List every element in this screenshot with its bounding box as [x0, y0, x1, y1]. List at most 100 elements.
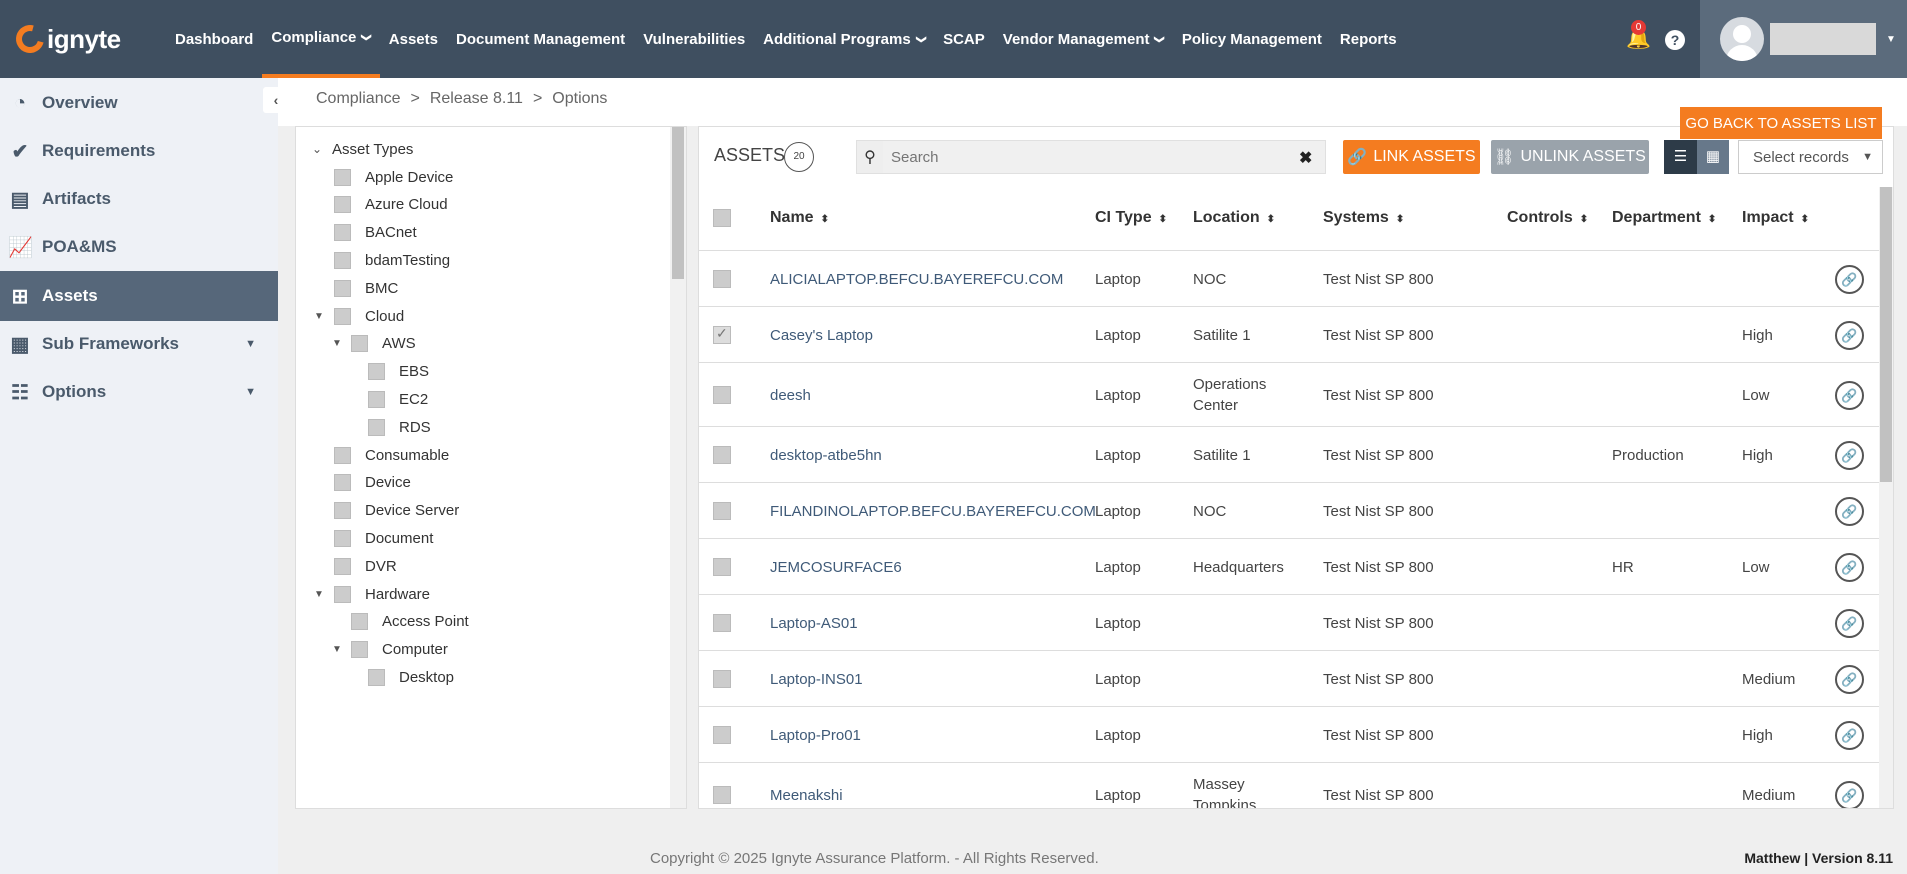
row-checkbox[interactable]	[713, 786, 731, 804]
cell-name[interactable]: deesh	[770, 385, 811, 406]
tree-node-checkbox[interactable]	[334, 529, 351, 547]
cell-name[interactable]: Laptop-Pro01	[770, 725, 861, 746]
tree-node-checkbox[interactable]	[334, 307, 351, 325]
list-view-button[interactable]: ☰	[1664, 140, 1697, 174]
table-row[interactable]: Casey's Laptop Laptop Satilite 1 Test Nist …	[699, 307, 1879, 363]
tree-node[interactable]: Apple Device	[334, 166, 453, 188]
table-row[interactable]: desktop-atbe5hn Laptop Satilite 1 Test Nist…	[699, 427, 1879, 483]
tree-node-checkbox[interactable]	[334, 251, 351, 269]
tree-node-checkbox[interactable]	[334, 279, 351, 297]
expand-toggle-icon[interactable]: ▼	[332, 333, 344, 355]
clear-search-icon[interactable]: ✖	[1299, 148, 1312, 168]
tree-node[interactable]: Device Server	[334, 500, 459, 522]
row-checkbox[interactable]	[713, 558, 731, 576]
sidebar-item-artifacts[interactable]: ▤ Artifacts	[0, 174, 278, 224]
sidebar-item-requirements[interactable]: ✔ Requirements	[0, 126, 278, 176]
column-header-name[interactable]: Name ⬍	[770, 209, 829, 227]
table-row[interactable]: Laptop-Pro01 Laptop Test Nist SP 800 High 🔗	[699, 707, 1879, 763]
tree-node[interactable]: Azure Cloud	[334, 194, 448, 216]
tree-node-checkbox[interactable]	[334, 474, 351, 492]
tree-node-checkbox[interactable]	[368, 418, 385, 436]
row-checkbox[interactable]	[713, 670, 731, 688]
link-row-icon[interactable]: 🔗	[1835, 665, 1864, 694]
row-checkbox[interactable]	[713, 726, 731, 744]
tree-node[interactable]: bdamTesting	[334, 249, 450, 271]
breadcrumb-item[interactable]: Release 8.11	[430, 90, 523, 108]
tree-root[interactable]: ⌄ Asset Types	[312, 138, 413, 160]
column-header-impact[interactable]: Impact ⬍	[1742, 209, 1809, 227]
select-records-dropdown[interactable]: Select records ▼	[1738, 140, 1883, 174]
nav-vendor-management[interactable]: Vendor Management ❯	[994, 0, 1173, 78]
tree-node-checkbox[interactable]	[368, 668, 385, 686]
go-back-to-assets-button[interactable]: GO BACK TO ASSETS LIST	[1680, 107, 1882, 139]
link-row-icon[interactable]: 🔗	[1835, 321, 1864, 350]
row-checkbox[interactable]	[713, 446, 731, 464]
row-checkbox[interactable]	[713, 325, 731, 344]
nav-document-management[interactable]: Document Management	[447, 0, 634, 78]
brand-logo[interactable]: ignyte	[10, 0, 166, 78]
breadcrumb-item[interactable]: Compliance	[316, 90, 400, 108]
tree-node[interactable]: Access Point	[351, 611, 469, 633]
tree-node[interactable]: AWS	[351, 333, 416, 355]
unlink-assets-button[interactable]: ⛓ UNLINK ASSETS	[1491, 140, 1649, 174]
tree-node-checkbox[interactable]	[368, 390, 385, 408]
tree-node[interactable]: Cloud	[334, 305, 404, 327]
column-header-location[interactable]: Location ⬍	[1193, 209, 1275, 227]
nav-dashboard[interactable]: Dashboard	[166, 0, 262, 78]
tree-node-checkbox[interactable]	[368, 363, 385, 381]
link-row-icon[interactable]: 🔗	[1835, 381, 1864, 410]
grid-view-button[interactable]: ▦	[1697, 140, 1729, 174]
tree-node[interactable]: Desktop	[368, 666, 454, 688]
link-assets-button[interactable]: 🔗 LINK ASSETS	[1343, 140, 1480, 174]
sidebar-item-options[interactable]: ☷ Options ▼	[0, 367, 278, 417]
column-header-ci-type[interactable]: CI Type ⬍	[1095, 209, 1167, 227]
cell-name[interactable]: Laptop-INS01	[770, 669, 863, 690]
row-checkbox[interactable]	[713, 270, 731, 288]
search-input[interactable]	[883, 141, 1325, 173]
link-row-icon[interactable]: 🔗	[1835, 609, 1864, 638]
tree-node-checkbox[interactable]	[334, 168, 351, 186]
breadcrumb-item[interactable]: Options	[552, 90, 607, 108]
nav-vulnerabilities[interactable]: Vulnerabilities	[634, 0, 754, 78]
tree-node[interactable]: Hardware	[334, 583, 430, 605]
table-row[interactable]: FILANDINOLAPTOP.BEFCU.BAYEREFCU.COM Lapto…	[699, 483, 1879, 539]
tree-node[interactable]: BMC	[334, 277, 398, 299]
tree-scrollbar-thumb[interactable]	[672, 127, 684, 279]
tree-node-checkbox[interactable]	[334, 557, 351, 575]
column-header-controls[interactable]: Controls ⬍	[1507, 209, 1588, 227]
nav-policy-management[interactable]: Policy Management	[1173, 0, 1331, 78]
collapse-sidebar-button[interactable]: ‹	[263, 87, 289, 113]
link-row-icon[interactable]: 🔗	[1835, 441, 1864, 470]
link-row-icon[interactable]: 🔗	[1835, 265, 1864, 294]
tree-node[interactable]: Consumable	[334, 444, 449, 466]
tree-node[interactable]: Device	[334, 472, 411, 494]
sidebar-item-assets[interactable]: ⊞ Assets	[0, 271, 278, 321]
cell-name[interactable]: Casey's Laptop	[770, 325, 873, 346]
nav-assets[interactable]: Assets	[380, 0, 447, 78]
cell-name[interactable]: JEMCOSURFACE6	[770, 557, 902, 578]
tree-node-checkbox[interactable]	[351, 641, 368, 659]
tree-node-checkbox[interactable]	[334, 196, 351, 214]
expand-toggle-icon[interactable]: ▼	[314, 583, 326, 605]
table-row[interactable]: ALICIALAPTOP.BEFCU.BAYEREFCU.COM Laptop NO…	[699, 251, 1879, 307]
tree-node[interactable]: RDS	[368, 416, 431, 438]
expand-toggle-icon[interactable]: ▼	[332, 639, 344, 661]
user-menu[interactable]: ▼	[1700, 0, 1907, 78]
column-header-systems[interactable]: Systems ⬍	[1323, 209, 1404, 227]
cell-name[interactable]: FILANDINOLAPTOP.BEFCU.BAYEREFCU.COM	[770, 501, 1096, 522]
row-checkbox[interactable]	[713, 502, 731, 520]
tree-node-checkbox[interactable]	[334, 224, 351, 242]
nav-additional-programs[interactable]: Additional Programs ❯	[754, 0, 934, 78]
row-checkbox[interactable]	[713, 386, 731, 404]
sidebar-item-overview[interactable]: ◔ Overview	[0, 78, 278, 128]
tree-node-checkbox[interactable]	[351, 613, 368, 631]
tree-node-checkbox[interactable]	[334, 502, 351, 520]
table-row[interactable]: deesh Laptop Operations Center Test Nist SP…	[699, 363, 1879, 427]
expand-toggle-icon[interactable]: ▼	[314, 305, 326, 327]
table-row[interactable]: Meenakshi Laptop Massey Tompkins Test Nist …	[699, 763, 1879, 808]
table-scrollbar-thumb[interactable]	[1880, 187, 1892, 482]
cell-name[interactable]: Laptop-AS01	[770, 613, 858, 634]
cell-name[interactable]: ALICIALAPTOP.BEFCU.BAYEREFCU.COM	[770, 269, 1063, 290]
tree-node[interactable]: EBS	[368, 361, 429, 383]
cell-name[interactable]: desktop-atbe5hn	[770, 445, 882, 466]
